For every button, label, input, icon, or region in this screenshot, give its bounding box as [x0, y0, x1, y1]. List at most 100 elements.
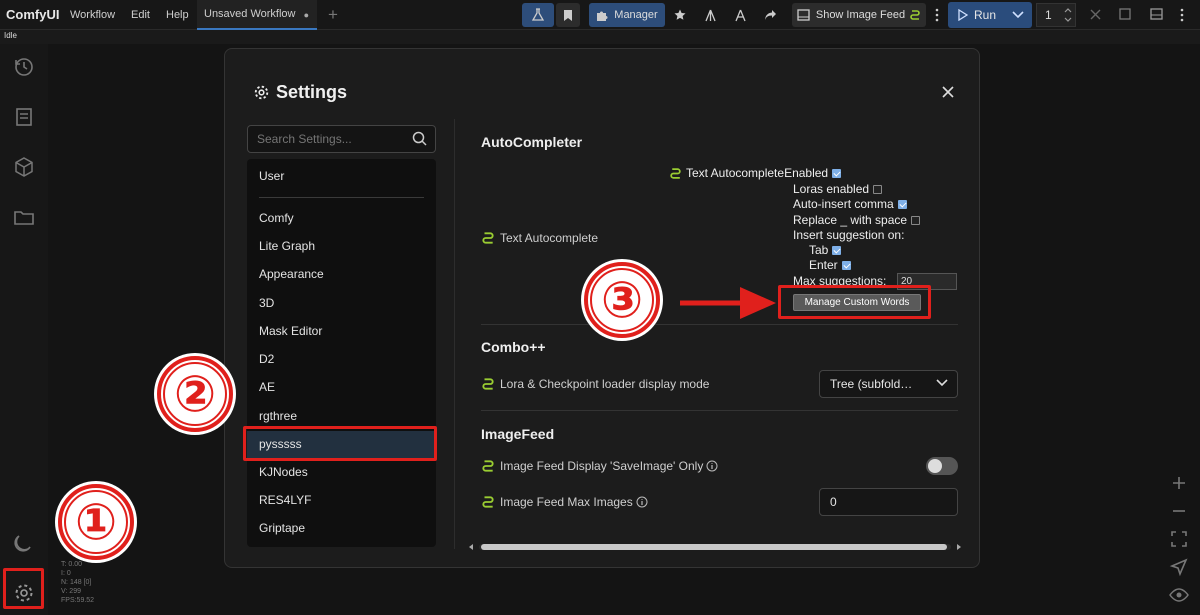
setting-label-text: Text Autocomplete — [500, 231, 599, 245]
eye-icon[interactable] — [1168, 584, 1190, 606]
category-ae[interactable]: AE — [259, 380, 275, 394]
category-user[interactable]: User — [259, 169, 284, 183]
snake-icon — [910, 10, 920, 20]
category-appearance[interactable]: Appearance — [259, 267, 324, 281]
scroll-left-icon[interactable] — [467, 543, 475, 551]
cube-icon[interactable] — [13, 156, 35, 178]
section-divider — [481, 324, 958, 325]
gear-icon — [254, 85, 269, 100]
more-button[interactable] — [930, 3, 944, 27]
category-rgthree[interactable]: rgthree — [259, 409, 297, 423]
section-divider — [481, 410, 958, 411]
category-kjnodes[interactable]: KJNodes — [259, 465, 308, 479]
square-icon[interactable] — [1119, 8, 1131, 20]
info-icon[interactable] — [636, 496, 648, 508]
annotation-arrow-icon — [680, 287, 776, 319]
puzzle-icon — [597, 11, 608, 21]
insert-tab-row: Tab — [809, 243, 842, 257]
zoom-out-icon[interactable] — [1168, 500, 1190, 522]
enabled-checkbox[interactable] — [832, 169, 842, 179]
step-badge-3: ③ — [584, 262, 660, 338]
folder-icon[interactable] — [13, 206, 35, 228]
panel-divider — [454, 119, 455, 549]
close-icon[interactable] — [1090, 9, 1101, 20]
close-icon[interactable] — [941, 85, 955, 99]
step-badge-3-number: ③ — [590, 268, 654, 332]
loras-enabled-checkbox[interactable] — [873, 185, 883, 195]
share-arrow-icon — [764, 10, 776, 20]
category-griptape[interactable]: Griptape — [259, 521, 305, 535]
horizontal-scrollbar[interactable] — [467, 541, 963, 553]
autocomplete-panel-header: Text AutocompleteEnabled — [669, 166, 842, 180]
insert-enter-checkbox[interactable] — [841, 261, 851, 271]
insert-tab-label: Tab — [809, 243, 829, 257]
insert-enter-label: Enter — [809, 258, 838, 272]
moon-icon[interactable] — [13, 532, 35, 554]
book-icon[interactable] — [13, 106, 35, 128]
new-tab-button[interactable]: + — [328, 5, 338, 25]
imagefeed-saveimage-toggle[interactable] — [926, 457, 958, 475]
display-mode-select[interactable]: Tree (subfold… — [819, 370, 958, 398]
stepper-icon[interactable] — [1064, 6, 1072, 24]
menu-edit[interactable]: Edit — [123, 9, 158, 21]
fit-view-icon[interactable] — [1168, 528, 1190, 550]
more-vertical-icon[interactable] — [1180, 8, 1184, 22]
bookmark-icon — [564, 9, 572, 21]
imagefeed-max-input[interactable]: 0 — [819, 488, 958, 516]
category-comfy[interactable]: Comfy — [259, 211, 294, 225]
unsaved-dot-icon[interactable]: ● — [304, 10, 309, 20]
star-button[interactable] — [670, 3, 690, 27]
category-lite-graph[interactable]: Lite Graph — [259, 239, 315, 253]
info-icon[interactable] — [706, 460, 718, 472]
panel-icon[interactable] — [1150, 8, 1163, 20]
auto-comma-label: Auto-insert comma — [793, 197, 894, 211]
app-brand[interactable]: ComfyUI — [0, 7, 62, 22]
share-button[interactable] — [760, 3, 780, 27]
category-mask-editor[interactable]: Mask Editor — [259, 324, 322, 338]
menu-workflow[interactable]: Workflow — [62, 9, 123, 21]
workflow-graph-button[interactable] — [522, 3, 554, 27]
stat-t: T: 0.00 — [61, 561, 83, 568]
nodes-a-button[interactable] — [700, 3, 720, 27]
search-settings-input[interactable] — [247, 125, 436, 153]
stat-fps: FPS:59.52 — [61, 597, 95, 604]
show-image-feed-label: Show Image Feed — [815, 9, 906, 21]
menu-help[interactable]: Help — [158, 9, 197, 21]
replace-underscore-label: Replace _ with space — [793, 213, 908, 227]
auto-comma-checkbox[interactable] — [897, 200, 907, 210]
star-icon — [674, 9, 686, 20]
settings-title: Settings — [253, 82, 347, 103]
insert-tab-checkbox[interactable] — [832, 246, 842, 256]
insert-on-label: Insert suggestion on: — [793, 228, 905, 242]
section-title-autocompleter: AutoCompleter — [481, 134, 583, 150]
category-res4lyf[interactable]: RES4LYF — [259, 493, 311, 507]
scrollbar-thumb[interactable] — [481, 544, 947, 550]
snake-icon — [670, 168, 681, 180]
tab-unsaved-workflow[interactable]: Unsaved Workflow ● — [197, 0, 317, 30]
category-divider — [259, 197, 424, 198]
navigate-icon[interactable] — [1168, 556, 1190, 578]
zoom-in-icon[interactable] — [1168, 472, 1190, 494]
run-button[interactable]: Run — [948, 2, 1032, 28]
chevron-down-icon[interactable] — [1012, 11, 1024, 19]
tab-title: Unsaved Workflow — [204, 8, 296, 20]
step-badge-2-number: ② — [163, 362, 227, 426]
insert-enter-row: Enter — [809, 258, 851, 272]
replace-underscore-checkbox[interactable] — [911, 216, 921, 226]
setting-text-autocomplete: Text Autocomplete — [481, 231, 598, 245]
more-vertical-icon — [935, 8, 939, 22]
manager-button[interactable]: Manager — [589, 3, 665, 27]
bookmark-button[interactable] — [556, 3, 580, 27]
snake-icon — [482, 378, 494, 390]
scroll-right-icon[interactable] — [955, 543, 963, 551]
nodes-b-button[interactable] — [730, 3, 750, 27]
category-d2[interactable]: D2 — [259, 352, 274, 366]
chevron-down-icon — [936, 379, 948, 387]
snake-icon — [482, 460, 494, 472]
show-image-feed-button[interactable]: Show Image Feed — [792, 3, 926, 27]
step-badge-1: ① — [58, 484, 134, 560]
snake-icon — [482, 496, 494, 508]
replace-underscore-row: Replace _ with space — [793, 213, 921, 227]
category-3d[interactable]: 3D — [259, 296, 274, 310]
history-icon[interactable] — [13, 56, 35, 78]
